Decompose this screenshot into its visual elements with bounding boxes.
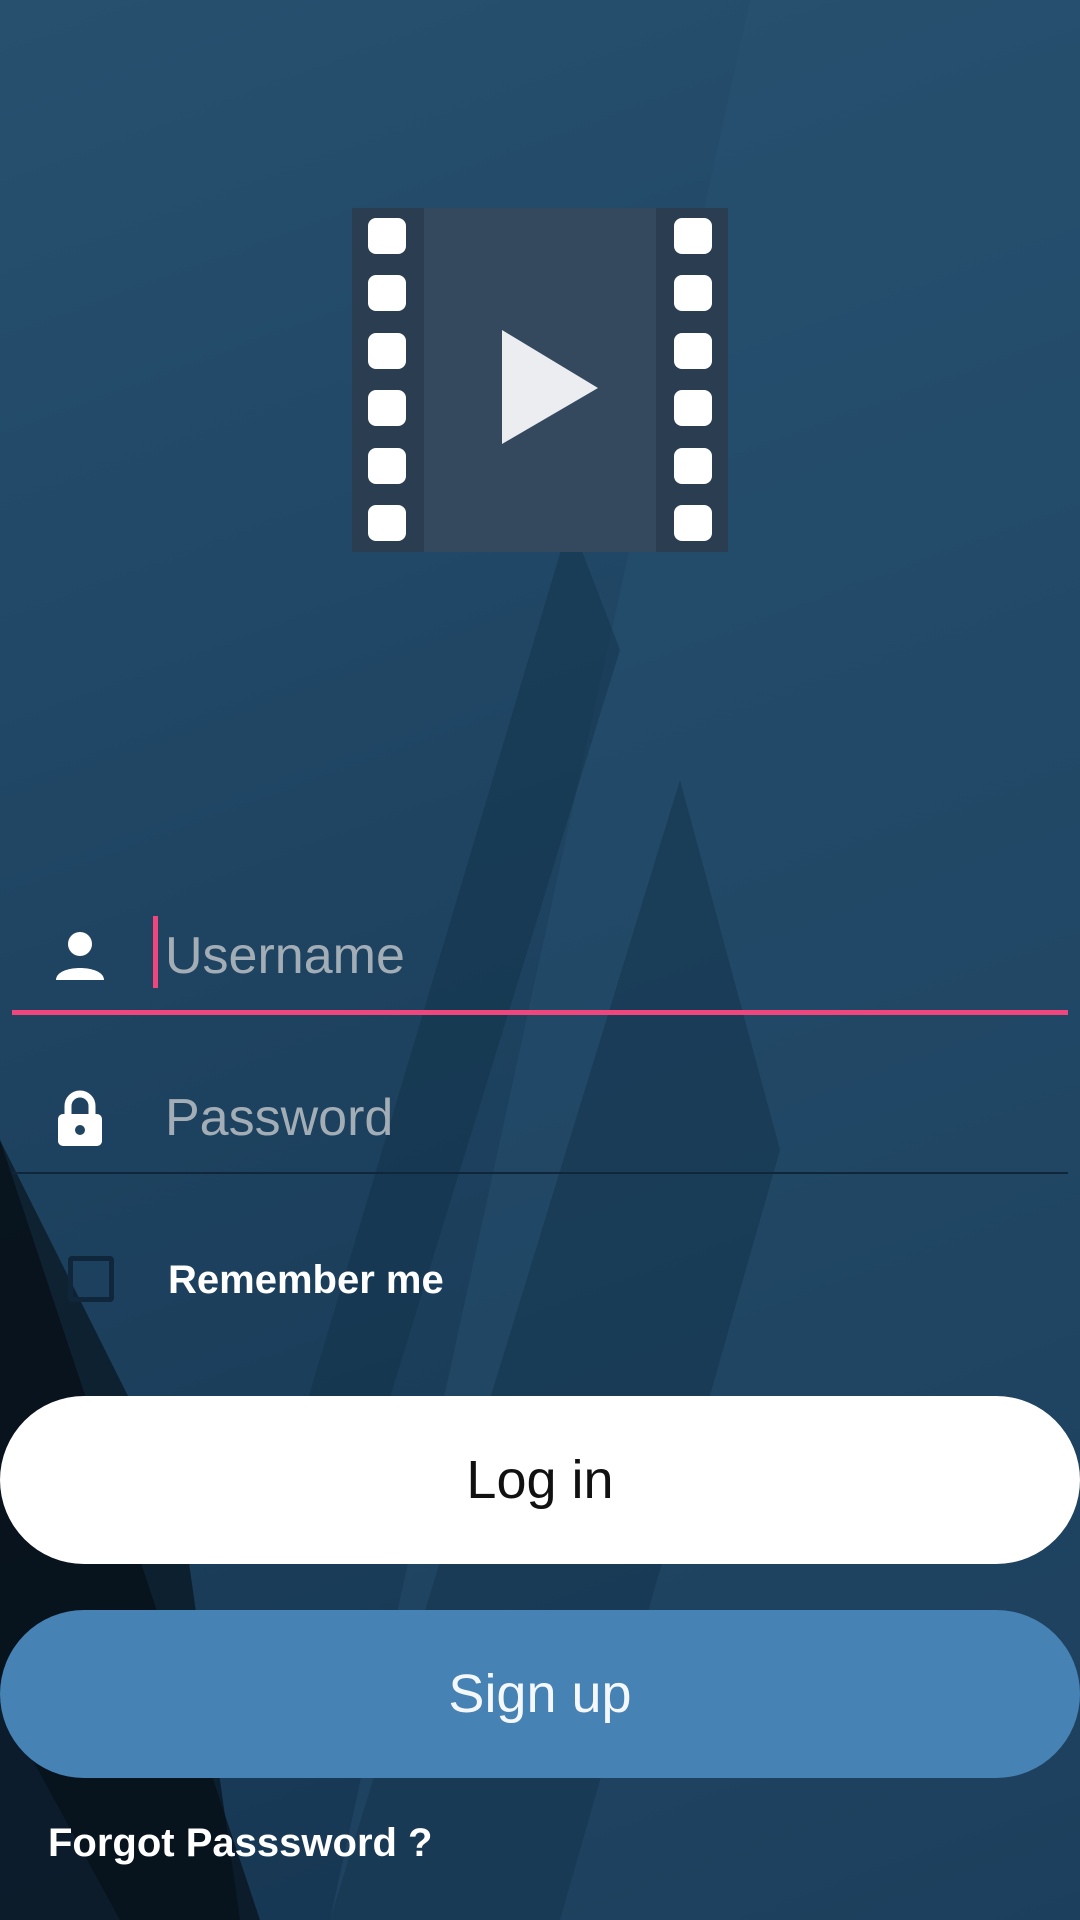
- video-film-play-icon: [352, 208, 728, 552]
- login-button-label: Log in: [466, 1450, 614, 1510]
- username-input[interactable]: [153, 918, 1033, 994]
- login-button[interactable]: Log in: [0, 1396, 1080, 1564]
- remember-me-checkbox[interactable]: [68, 1256, 114, 1302]
- forgot-password-link[interactable]: Forgot Passsword ?: [48, 1818, 433, 1868]
- signup-button-label: Sign up: [448, 1664, 632, 1724]
- username-field-row: [12, 900, 1068, 1015]
- signup-button[interactable]: Sign up: [0, 1610, 1080, 1778]
- remember-me-label: Remember me: [168, 1258, 444, 1302]
- remember-me-row[interactable]: Remember me: [68, 1252, 568, 1312]
- text-cursor: [153, 916, 158, 988]
- person-icon: [56, 932, 104, 980]
- lock-icon: [58, 1090, 102, 1146]
- password-input[interactable]: [153, 1080, 1033, 1156]
- login-screen: Remember me Log in Sign up Forgot Passsw…: [0, 0, 1080, 1920]
- password-field-row: [12, 1062, 1068, 1174]
